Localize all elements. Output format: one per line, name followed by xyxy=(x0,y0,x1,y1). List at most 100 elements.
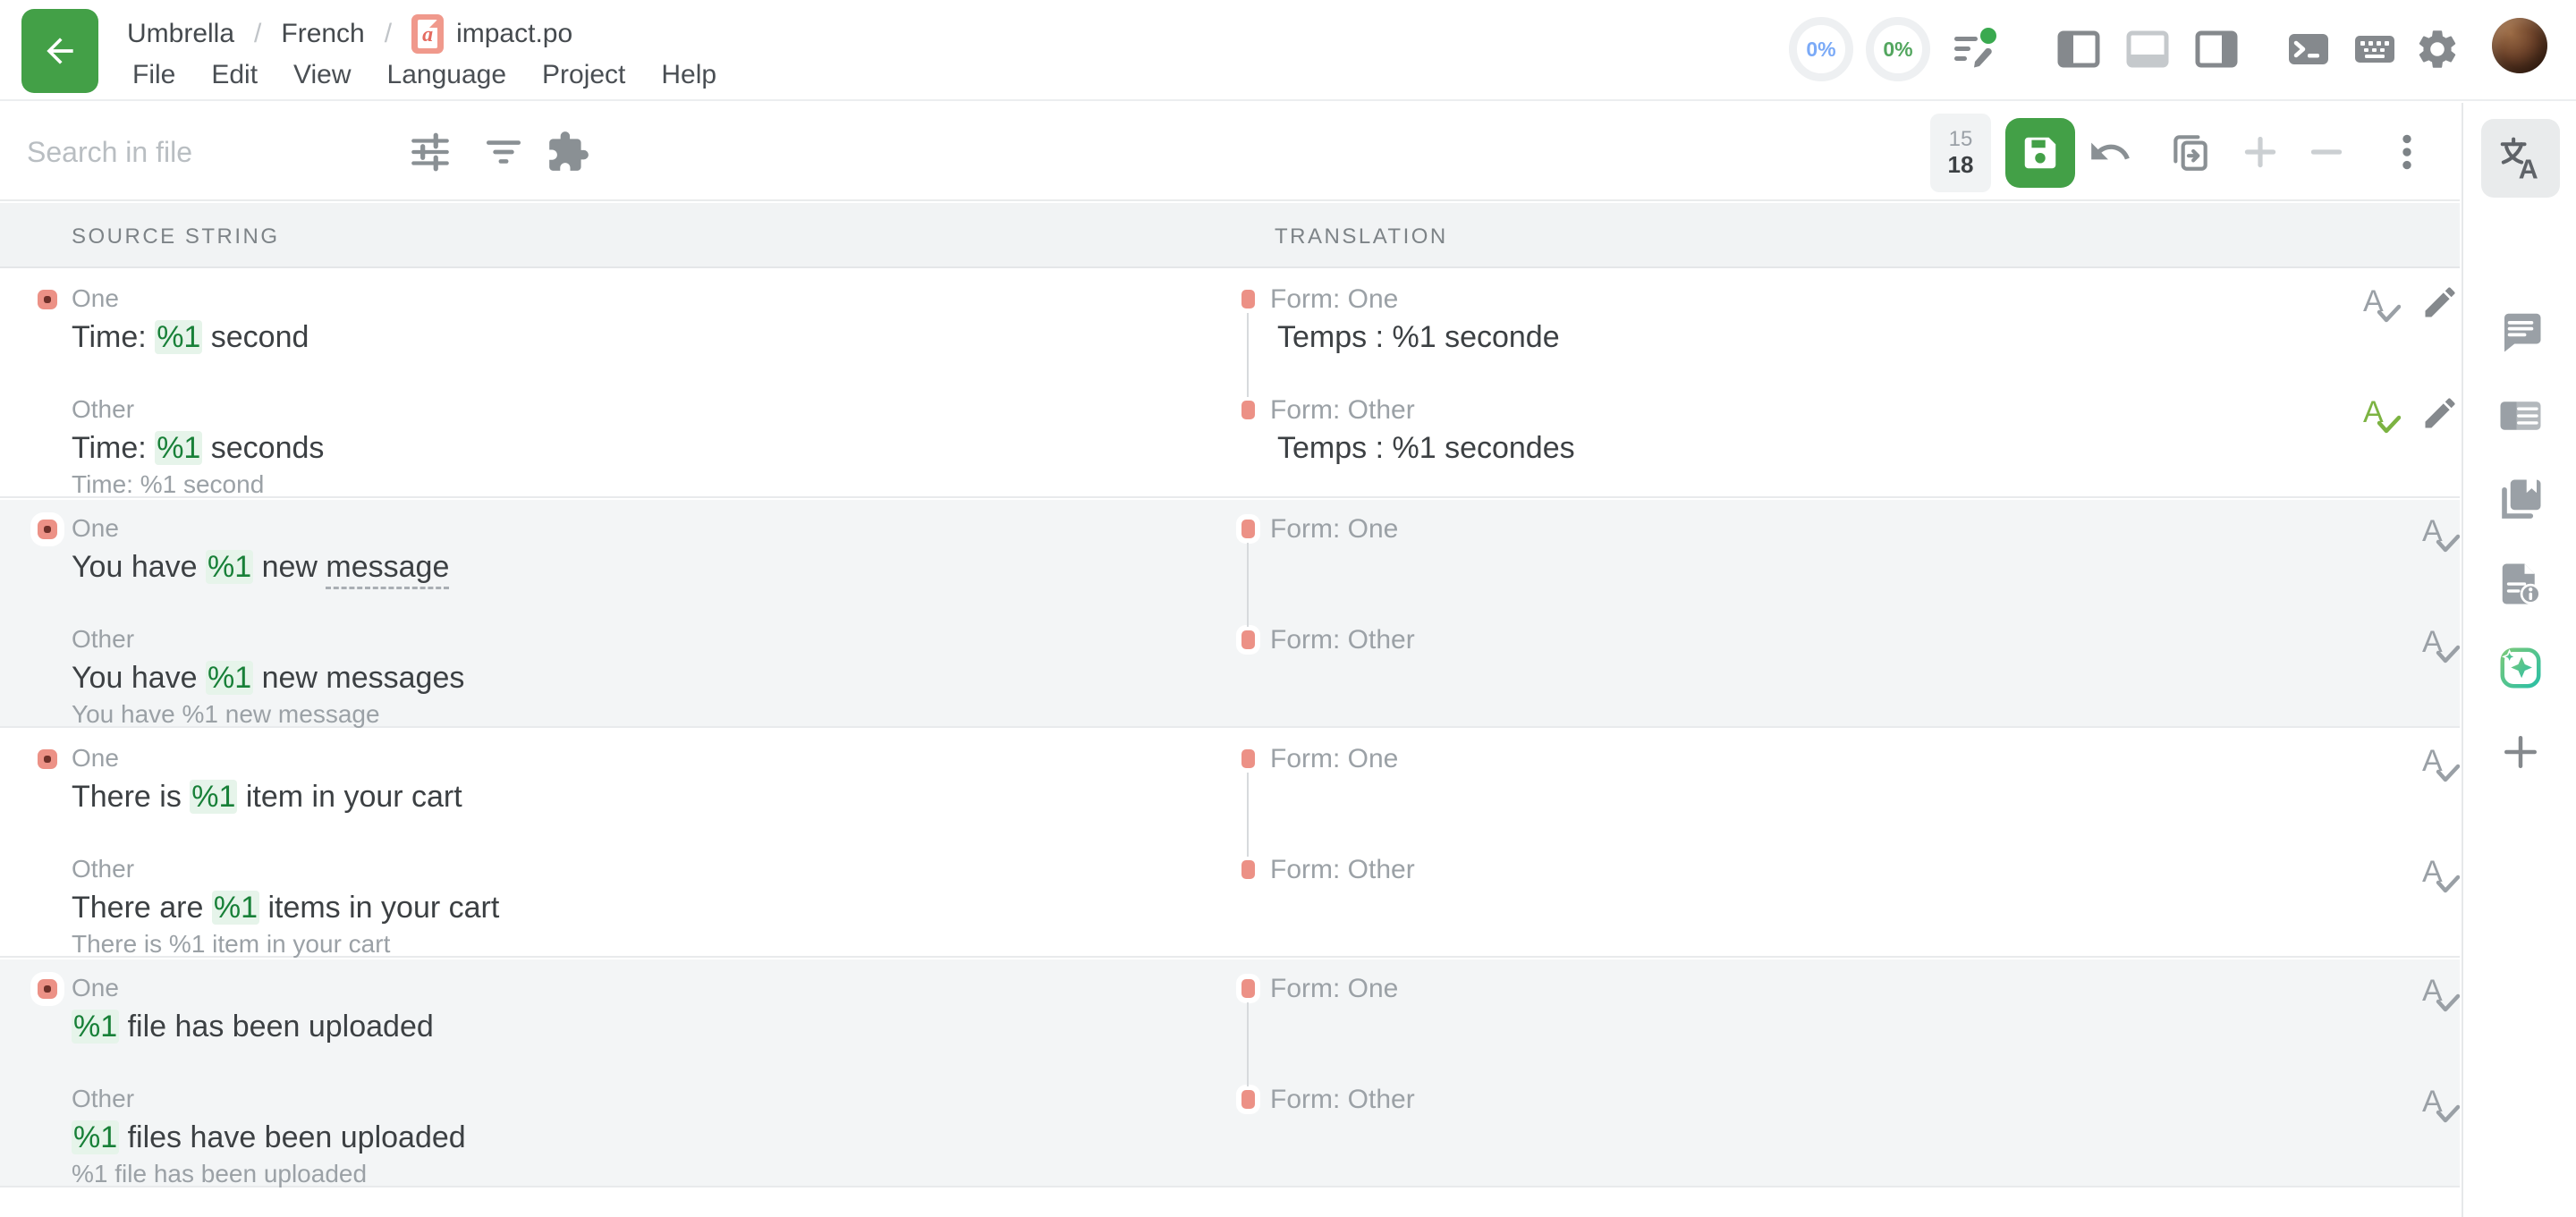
plus-icon xyxy=(2496,728,2545,776)
context-text: Time: %1 second xyxy=(72,470,264,499)
menu-help[interactable]: Help xyxy=(656,56,722,94)
string-row[interactable]: One Time: %1 second Other Time: %1 secon… xyxy=(0,270,2460,498)
string-row[interactable]: One There is %1 item in your cart Other … xyxy=(0,730,2460,958)
column-header-translation: TRANSLATION xyxy=(1275,224,1448,249)
plural-form-label: One xyxy=(72,514,119,543)
more-options-icon[interactable] xyxy=(2381,126,2433,178)
zoom-out-icon[interactable] xyxy=(2301,126,2352,178)
tab-translation-memory[interactable] xyxy=(2481,461,2560,539)
translation-form-label[interactable]: Form: Other xyxy=(1270,625,1415,655)
tab-dictionary[interactable] xyxy=(2481,376,2560,455)
pages-bookmark-icon xyxy=(2496,476,2545,524)
breadcrumb-file[interactable]: impact.po xyxy=(456,19,572,49)
breadcrumb-language[interactable]: French xyxy=(281,19,364,49)
plural-form-label: One xyxy=(72,744,119,773)
back-button[interactable] xyxy=(21,9,98,93)
spellcheck-icon[interactable] xyxy=(2420,512,2460,554)
source-text: You have %1 new message xyxy=(72,550,449,585)
translated-progress[interactable]: 0% xyxy=(1789,17,1853,81)
breadcrumb-project[interactable]: Umbrella xyxy=(127,19,234,49)
copy-source-icon[interactable] xyxy=(2165,126,2216,178)
add-panel-button[interactable] xyxy=(2481,713,2560,791)
plural-form-label: Other xyxy=(72,855,134,883)
translation-bullet-icon xyxy=(1241,749,1255,768)
approved-progress[interactable]: 0% xyxy=(1866,17,1930,81)
keyboard-shortcuts-icon[interactable] xyxy=(2349,23,2401,75)
layout-bottom-panel-icon[interactable] xyxy=(2122,23,2174,75)
spellcheck-icon[interactable] xyxy=(2420,972,2460,1013)
filter-icon[interactable] xyxy=(478,126,530,178)
file-type-icon: a xyxy=(411,14,444,54)
menu-bar: File Edit View Language Project Help xyxy=(127,54,722,97)
comment-icon xyxy=(2496,308,2545,356)
translation-text[interactable]: Temps : %1 seconde xyxy=(1277,320,1560,355)
translation-form-label[interactable]: Form: One xyxy=(1270,974,1398,1004)
layout-left-panel-icon[interactable] xyxy=(2053,23,2105,75)
plural-form-label: Other xyxy=(72,625,134,654)
settings-gear-icon[interactable] xyxy=(2411,23,2463,75)
undo-icon[interactable] xyxy=(2084,126,2136,178)
dictionary-card-icon xyxy=(2496,392,2545,440)
search-options-icon[interactable] xyxy=(404,126,456,178)
edit-pencil-icon[interactable] xyxy=(2420,283,2460,322)
translate-icon: A xyxy=(2496,134,2545,182)
string-row-selected[interactable]: One You have %1 new message Other You ha… xyxy=(0,500,2460,728)
file-info-icon xyxy=(2496,560,2545,608)
zoom-in-icon[interactable] xyxy=(2234,126,2286,178)
translation-form-label[interactable]: Form: One xyxy=(1270,514,1398,545)
tab-ai-assistant[interactable] xyxy=(2481,629,2560,707)
menu-language[interactable]: Language xyxy=(382,56,512,94)
spellcheck-icon[interactable] xyxy=(2420,1083,2460,1124)
activity-log-icon[interactable] xyxy=(1948,23,2000,75)
translation-bullet-icon xyxy=(1241,1090,1255,1109)
source-text: You have %1 new messages xyxy=(72,661,464,696)
plugins-puzzle-icon[interactable] xyxy=(542,126,594,178)
source-text: %1 files have been uploaded xyxy=(72,1120,466,1155)
string-counter: 15 18 xyxy=(1930,114,1991,192)
menu-edit[interactable]: Edit xyxy=(206,56,263,94)
translation-form-label[interactable]: Form: One xyxy=(1270,744,1398,774)
source-text: There are %1 items in your cart xyxy=(72,891,499,925)
svg-text:A: A xyxy=(2519,156,2538,183)
form-connector-line xyxy=(1247,773,1249,857)
menu-project[interactable]: Project xyxy=(537,56,631,94)
plural-form-label: Other xyxy=(72,395,134,424)
column-header-source: SOURCE STRING xyxy=(72,224,280,249)
status-bullet-icon xyxy=(38,979,57,999)
save-floppy-icon xyxy=(2020,132,2061,173)
source-text: %1 file has been uploaded xyxy=(72,1010,434,1044)
spellcheck-icon[interactable] xyxy=(2420,623,2460,664)
source-text: Time: %1 seconds xyxy=(72,431,324,466)
layout-right-panel-icon[interactable] xyxy=(2190,23,2242,75)
translation-bullet-icon xyxy=(1241,860,1255,879)
string-list: One Time: %1 second Other Time: %1 secon… xyxy=(0,270,2460,1217)
tab-translations[interactable]: A xyxy=(2481,119,2560,198)
counter-current: 15 xyxy=(1949,127,1973,152)
save-button[interactable] xyxy=(2005,118,2075,188)
translation-bullet-icon xyxy=(1241,401,1255,419)
spellcheck-icon[interactable] xyxy=(2420,853,2460,894)
console-icon[interactable] xyxy=(2283,23,2334,75)
tab-file-info[interactable] xyxy=(2481,545,2560,623)
search-input[interactable] xyxy=(27,126,385,178)
editor-toolbar: 15 18 xyxy=(0,103,2460,201)
translation-form-label[interactable]: Form: Other xyxy=(1270,855,1415,885)
menu-view[interactable]: View xyxy=(288,56,356,94)
translation-bullet-icon xyxy=(1241,290,1255,308)
status-bullet-icon xyxy=(38,520,57,539)
status-bullet-icon xyxy=(38,749,57,769)
translation-form-label[interactable]: Form: Other xyxy=(1270,1085,1415,1115)
string-row[interactable]: One %1 file has been uploaded Other %1 f… xyxy=(0,959,2460,1187)
translation-text[interactable]: Temps : %1 secondes xyxy=(1277,431,1575,466)
spellcheck-icon[interactable] xyxy=(2420,742,2460,783)
avatar[interactable] xyxy=(2492,18,2547,73)
menu-file[interactable]: File xyxy=(127,56,181,94)
edit-pencil-icon[interactable] xyxy=(2420,393,2460,433)
translation-bullet-icon xyxy=(1241,979,1255,998)
arrow-left-icon xyxy=(40,31,80,71)
tab-comments[interactable] xyxy=(2481,292,2560,371)
spellcheck-icon[interactable] xyxy=(2361,393,2401,435)
spellcheck-icon[interactable] xyxy=(2361,283,2401,324)
form-connector-line xyxy=(1247,313,1249,397)
top-bar: Umbrella / French / a impact.po File Edi… xyxy=(0,0,2576,101)
